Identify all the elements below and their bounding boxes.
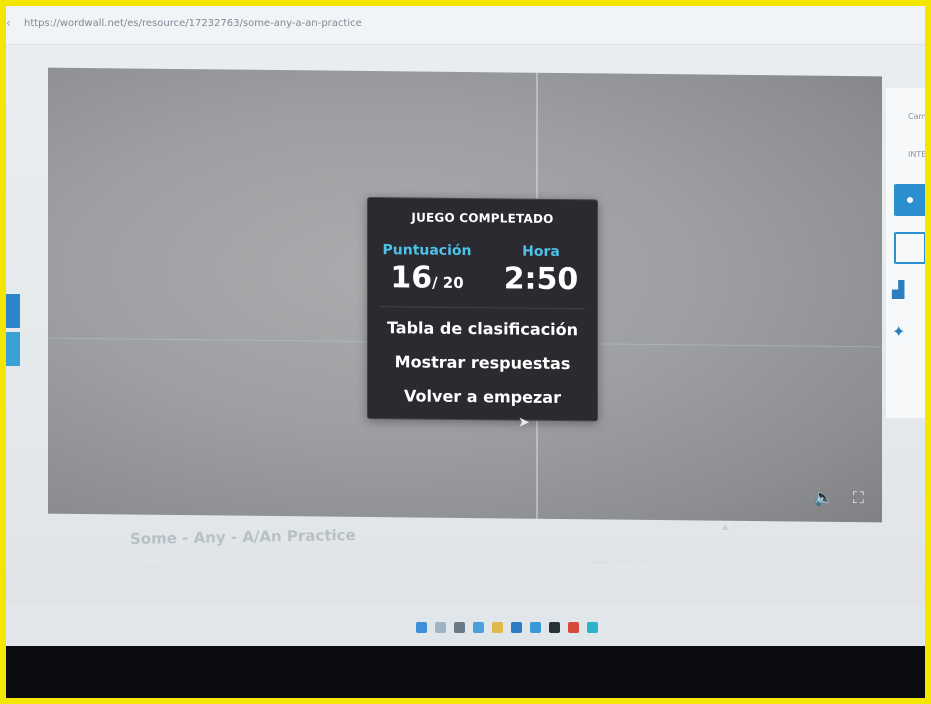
fullscreen-icon[interactable]: ⛶ [853,488,864,507]
selected-dot-icon [907,197,913,203]
share-icon[interactable]: ✦ [892,322,905,341]
right-options-panel: Cam INTER ▟ ✦ [886,88,925,418]
template-option-selected[interactable] [894,184,925,216]
left-side-tabs [6,294,20,370]
search-icon[interactable] [435,622,446,633]
game-frame[interactable]: JUEGO COMPLETADO Puntuación 16/ 20 Hora … [48,67,882,523]
score-number: 16 [390,260,433,296]
browser-url-bar[interactable]: ‹ https://wordwall.net/es/resource/17232… [6,6,925,45]
taskbar-icons [416,622,598,633]
show-answers-button[interactable]: Mostrar respuestas [368,352,597,373]
chrome-icon[interactable] [549,622,560,633]
back-icon[interactable]: ‹ [6,16,11,30]
app-icon[interactable] [568,622,579,633]
score-value: 16/ 20 [372,260,482,301]
task-view-icon[interactable] [454,622,465,633]
score-label: Puntuación [382,242,472,260]
leaderboard-button[interactable]: Tabla de clasificación [368,318,597,339]
resource-meta: ·········· ······· ····· [586,558,648,567]
app-icon[interactable] [587,622,598,633]
monitor-screen: ‹ https://wordwall.net/es/resource/17232… [6,6,925,646]
widgets-icon[interactable] [473,622,484,633]
photo-frame: ‹ https://wordwall.net/es/resource/17232… [6,6,925,698]
side-tab[interactable] [6,294,20,328]
score-total: / 20 [432,273,464,292]
template-option[interactable] [894,232,925,264]
speaker-icon[interactable]: 🔈 [814,488,834,507]
file-explorer-icon[interactable] [492,622,503,633]
game-controls: 🔈 ⛶ [800,488,864,509]
right-panel-section: INTER [908,150,925,159]
game-title: Some - Any - A/An Practice [130,526,356,548]
game-complete-panel: JUEGO COMPLETADO Puntuación 16/ 20 Hora … [367,196,598,422]
edge-icon[interactable] [530,622,541,633]
chart-icon[interactable]: ▟ [892,280,904,299]
windows-taskbar [6,604,925,646]
right-panel-header: Cam [908,112,925,121]
score-column: Puntuación 16/ 20 [372,242,482,301]
time-value: 2:50 [503,261,579,298]
panel-divider [380,306,585,310]
url-text[interactable]: https://wordwall.net/es/resource/1723276… [24,18,362,29]
panel-title: JUEGO COMPLETADO [411,210,554,226]
time-column: Hora 2:50 [486,243,596,298]
author-line: ·· ········ [134,562,162,571]
restart-button[interactable]: Volver a empezar [368,386,597,407]
like-icon[interactable]: ▲ ······· [722,522,749,531]
time-label: Hora [522,243,560,260]
side-tab[interactable] [6,332,20,366]
store-icon[interactable] [511,622,522,633]
mouse-pointer-icon: ➤ [518,414,530,431]
start-icon[interactable] [416,622,427,633]
